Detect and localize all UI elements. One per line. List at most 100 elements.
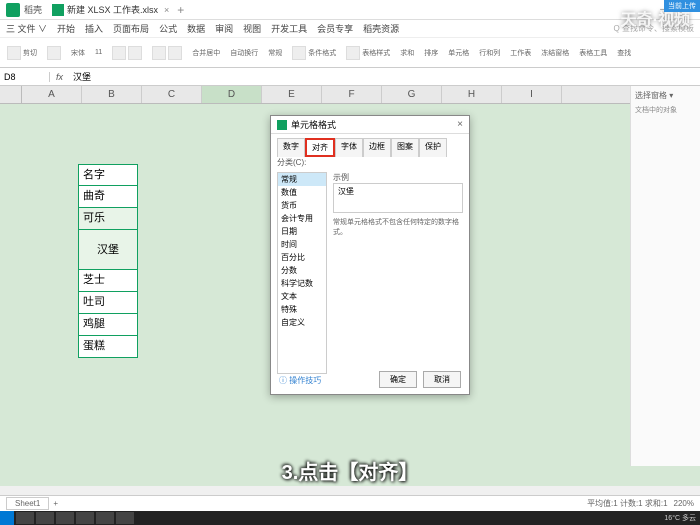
name-box[interactable]: D8 [0, 72, 50, 82]
tab-pattern[interactable]: 图案 [391, 138, 419, 157]
taskbar-item[interactable] [36, 512, 54, 524]
col-E[interactable]: E [262, 86, 322, 103]
cancel-button[interactable]: 取消 [423, 371, 461, 388]
cell[interactable]: 可乐 [78, 208, 138, 230]
dialog-close-icon[interactable]: × [457, 119, 463, 130]
col-G[interactable]: G [382, 86, 442, 103]
category-label: 分类(C): [271, 157, 469, 168]
menu-layout[interactable]: 页面布局 [113, 22, 149, 35]
add-sheet-button[interactable]: + [53, 499, 58, 508]
tab-close-icon[interactable]: × [164, 5, 169, 15]
col-H[interactable]: H [442, 86, 502, 103]
table-style-icon[interactable] [346, 46, 360, 60]
menu-resources[interactable]: 稻壳资源 [363, 22, 399, 35]
cat-special[interactable]: 特殊 [278, 303, 326, 316]
col-B[interactable]: B [82, 86, 142, 103]
cell[interactable]: 鸡腿 [78, 314, 138, 336]
cell[interactable]: 曲奇 [78, 186, 138, 208]
tab-protect[interactable]: 保护 [419, 138, 447, 157]
dialog-tabs: 数字 对齐 字体 边框 图案 保护 [271, 134, 469, 157]
menu-view[interactable]: 视图 [243, 22, 261, 35]
preview-area: 示例 汉堡 常规单元格格式不包含任何特定的数字格式。 [333, 172, 463, 374]
tab-font[interactable]: 字体 [335, 138, 363, 157]
taskbar-item[interactable] [76, 512, 94, 524]
upload-badge[interactable]: 当前上传 [664, 0, 700, 12]
taskbar-item[interactable] [116, 512, 134, 524]
cat-accounting[interactable]: 会计专用 [278, 212, 326, 225]
col-D[interactable]: D [202, 86, 262, 103]
dialog-titlebar: 单元格格式 × [271, 116, 469, 134]
sidepanel-text: 文档中的对象 [635, 105, 696, 115]
app-logo-icon [6, 3, 20, 17]
cat-scientific[interactable]: 科学记数 [278, 277, 326, 290]
category-list[interactable]: 常规 数值 货币 会计专用 日期 时间 百分比 分数 科学记数 文本 特殊 自定… [277, 172, 327, 374]
data-column: 名字 曲奇 可乐 汉堡 芝士 吐司 鸡腿 蛋糕 [78, 164, 138, 358]
preview-desc: 常规单元格格式不包含任何特定的数字格式。 [333, 217, 463, 237]
menu-vip[interactable]: 会员专享 [317, 22, 353, 35]
start-button[interactable] [0, 511, 14, 525]
new-tab-button[interactable]: + [177, 3, 184, 17]
menu-home[interactable]: 开始 [57, 22, 75, 35]
col-A[interactable]: A [22, 86, 82, 103]
tips-link[interactable]: ⓘ 操作技巧 [279, 375, 321, 386]
status-metrics: 平均值:1 计数:1 求和:1 [587, 498, 667, 509]
ok-button[interactable]: 确定 [379, 371, 417, 388]
col-I[interactable]: I [502, 86, 562, 103]
cat-fraction[interactable]: 分数 [278, 264, 326, 277]
col-C[interactable]: C [142, 86, 202, 103]
cell[interactable]: 吐司 [78, 292, 138, 314]
tab-border[interactable]: 边框 [363, 138, 391, 157]
document-icon [52, 4, 64, 16]
merge-icon[interactable] [168, 46, 182, 60]
cat-time[interactable]: 时间 [278, 238, 326, 251]
tab-number[interactable]: 数字 [277, 138, 305, 157]
dialog-title: 单元格格式 [291, 118, 336, 131]
cell-header[interactable]: 名字 [78, 164, 138, 186]
italic-icon[interactable] [128, 46, 142, 60]
zoom-level[interactable]: 220% [674, 499, 694, 508]
column-headers: A B C D E F G H I [0, 86, 700, 104]
taskbar-item[interactable] [16, 512, 34, 524]
preview-box: 汉堡 [333, 183, 463, 213]
cond-format-icon[interactable] [292, 46, 306, 60]
formula-content[interactable]: 汉堡 [69, 70, 95, 83]
menu-formula[interactable]: 公式 [159, 22, 177, 35]
menu-review[interactable]: 审阅 [215, 22, 233, 35]
sidepanel-title[interactable]: 选择窗格 ▾ [635, 90, 696, 101]
cut-icon[interactable] [7, 46, 21, 60]
menu-data[interactable]: 数据 [187, 22, 205, 35]
tab-alignment[interactable]: 对齐 [305, 138, 335, 157]
fx-icon[interactable]: fx [50, 72, 69, 82]
dialog-icon [277, 120, 287, 130]
cat-percent[interactable]: 百分比 [278, 251, 326, 264]
sheet-tab[interactable]: Sheet1 [6, 497, 49, 510]
menu-insert[interactable]: 插入 [85, 22, 103, 35]
taskbar-item[interactable] [96, 512, 114, 524]
selected-cell[interactable]: 汉堡 [78, 230, 138, 270]
taskbar: 16°C 多云 [0, 511, 700, 525]
app-name: 稻壳 [24, 3, 42, 16]
menu-devtools[interactable]: 开发工具 [271, 22, 307, 35]
tutorial-caption: 3.点击【对齐】 [0, 456, 700, 485]
cat-number[interactable]: 数值 [278, 186, 326, 199]
col-F[interactable]: F [322, 86, 382, 103]
cell-format-dialog: 单元格格式 × 数字 对齐 字体 边框 图案 保护 分类(C): 常规 数值 货… [270, 115, 470, 395]
menu-file[interactable]: 三 文件 ∨ [6, 22, 47, 35]
copy-icon[interactable] [47, 46, 61, 60]
cat-custom[interactable]: 自定义 [278, 316, 326, 329]
document-name[interactable]: 新建 XLSX 工作表.xlsx [67, 3, 158, 16]
select-all-corner[interactable] [0, 86, 22, 103]
cell[interactable]: 芝士 [78, 270, 138, 292]
taskbar-item[interactable] [56, 512, 74, 524]
side-panel: 选择窗格 ▾ 文档中的对象 [630, 86, 700, 466]
cat-currency[interactable]: 货币 [278, 199, 326, 212]
system-tray[interactable]: 16°C 多云 [664, 513, 700, 523]
menubar: 三 文件 ∨ 开始 插入 页面布局 公式 数据 审阅 视图 开发工具 会员专享 … [0, 20, 700, 38]
cat-general[interactable]: 常规 [278, 173, 326, 186]
cat-text[interactable]: 文本 [278, 290, 326, 303]
bold-icon[interactable] [112, 46, 126, 60]
align-icon[interactable] [152, 46, 166, 60]
cell[interactable]: 蛋糕 [78, 336, 138, 358]
preview-label: 示例 [333, 172, 463, 183]
cat-date[interactable]: 日期 [278, 225, 326, 238]
